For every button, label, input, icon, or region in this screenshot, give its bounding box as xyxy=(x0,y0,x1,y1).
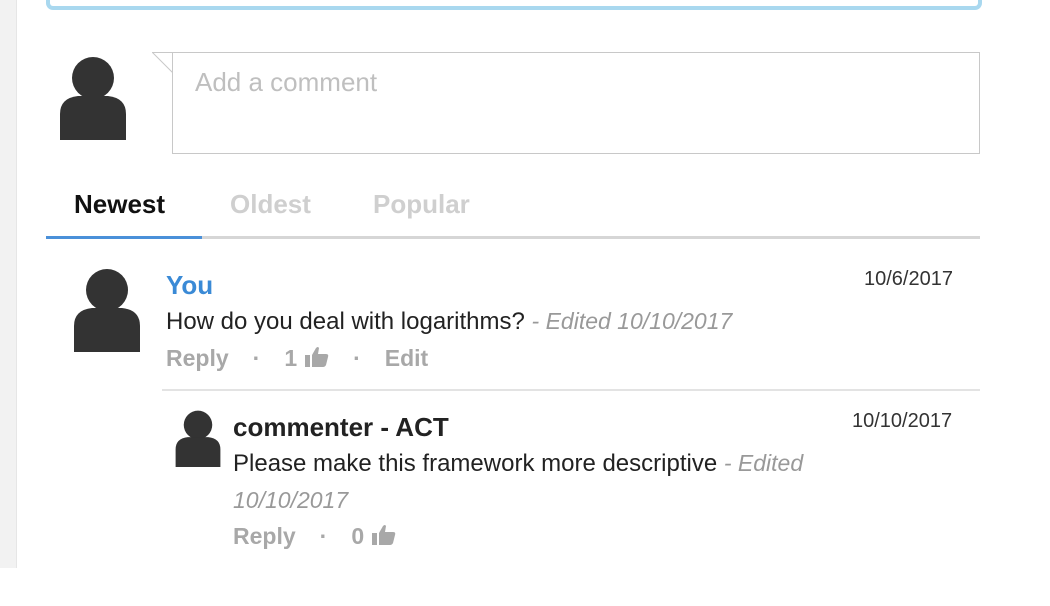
left-rail xyxy=(0,0,17,568)
separator: · xyxy=(353,345,361,371)
reply-date: 10/10/2017 xyxy=(852,410,953,432)
comment-author[interactable]: You xyxy=(166,270,213,301)
comment-date: 10/6/2017 xyxy=(864,268,953,290)
thumbs-up-icon[interactable] xyxy=(372,522,396,554)
comment-author-avatar-icon xyxy=(72,268,142,352)
separator: · xyxy=(252,345,261,371)
bubble-tail-icon xyxy=(152,52,174,74)
user-avatar-icon xyxy=(58,56,128,140)
separator: · xyxy=(319,523,328,549)
sort-tabs: Newest Oldest Popular xyxy=(46,186,980,239)
comment-composer xyxy=(152,52,980,154)
like-count: 1 xyxy=(284,345,298,371)
comment-body: How do you deal with logarithms? - Edite… xyxy=(166,303,946,340)
comment-input[interactable] xyxy=(173,53,975,147)
top-panel-edge xyxy=(46,0,982,10)
reply-button[interactable]: Reply xyxy=(233,523,296,549)
reply-author-avatar-icon xyxy=(174,410,222,467)
thumbs-up-icon[interactable] xyxy=(305,344,329,376)
tab-popular[interactable]: Popular xyxy=(373,186,470,233)
like-count: 0 xyxy=(351,523,365,549)
reply-text: Please make this framework more descript… xyxy=(233,450,718,477)
edited-note: - Edited 10/10/2017 xyxy=(531,308,733,334)
comment-actions: Reply · 1 · Edit xyxy=(166,342,428,374)
edit-button[interactable]: Edit xyxy=(385,345,428,371)
reply-author[interactable]: commenter - ACT xyxy=(233,412,449,443)
comment-input-frame xyxy=(172,52,980,154)
reply-body: Please make this framework more descript… xyxy=(233,445,913,519)
tab-oldest[interactable]: Oldest xyxy=(230,186,311,233)
tab-newest[interactable]: Newest xyxy=(74,186,165,233)
reply-button[interactable]: Reply xyxy=(166,345,229,371)
reply-actions: Reply · 0 xyxy=(233,520,396,552)
comment-text: How do you deal with logarithms? xyxy=(166,308,525,335)
active-tab-indicator xyxy=(46,236,202,239)
reply-divider xyxy=(162,389,980,391)
